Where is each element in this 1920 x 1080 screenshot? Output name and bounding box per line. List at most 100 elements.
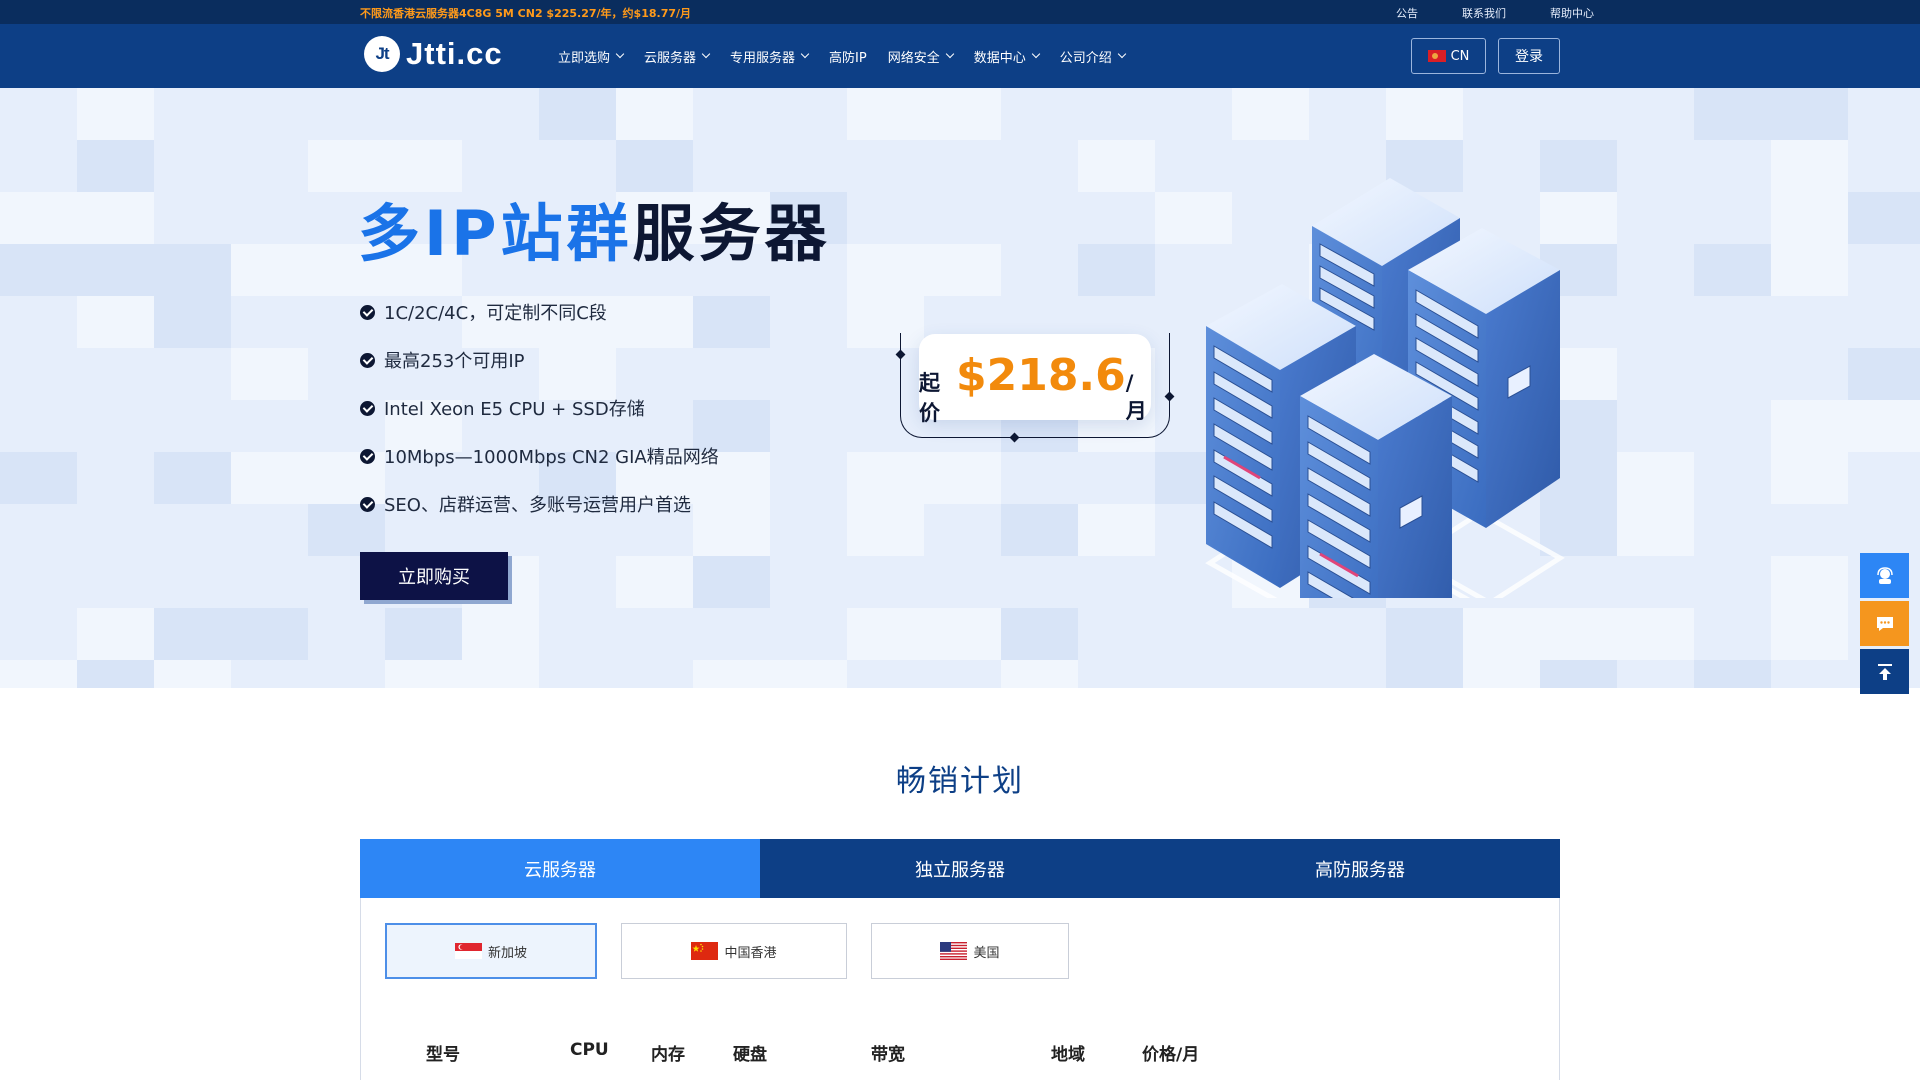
announcement-link[interactable]: 公告 bbox=[1396, 5, 1418, 21]
nav-item-label: 公司介绍 bbox=[1059, 50, 1112, 66]
background-tile bbox=[924, 244, 1001, 296]
background-tile bbox=[924, 452, 1001, 504]
contact-link[interactable]: 联系我们 bbox=[1462, 5, 1506, 21]
background-tile bbox=[770, 660, 847, 688]
nav-item-network-security[interactable]: 网络安全 bbox=[888, 47, 954, 66]
region-usa[interactable]: 美国 bbox=[871, 923, 1069, 979]
background-tile bbox=[1694, 660, 1771, 688]
column-header-price: 价格/月 bbox=[1142, 1045, 1200, 1065]
language-flag-icon bbox=[1427, 50, 1446, 62]
chevron-down-icon bbox=[701, 49, 711, 59]
background-tile bbox=[1694, 244, 1771, 296]
nav-item-dedicated-servers[interactable]: 专用服务器 bbox=[730, 47, 810, 66]
background-tile bbox=[77, 296, 154, 348]
region-hong-kong[interactable]: 中国香港 bbox=[621, 923, 847, 979]
chevron-down-icon bbox=[615, 49, 625, 59]
background-tile bbox=[1771, 556, 1848, 608]
background-tile bbox=[847, 608, 924, 660]
background-tile bbox=[1001, 660, 1078, 688]
language-switcher[interactable]: CN bbox=[1411, 38, 1486, 74]
background-tile bbox=[0, 660, 77, 688]
background-tile bbox=[616, 556, 693, 608]
background-tile bbox=[1771, 88, 1848, 140]
nav-item-ddos-ip[interactable]: 高防IP bbox=[829, 47, 867, 66]
background-tile bbox=[1078, 140, 1155, 192]
background-tile bbox=[1386, 88, 1463, 140]
background-tile bbox=[847, 452, 924, 504]
column-header-memory: 内存 bbox=[651, 1045, 685, 1065]
buy-now-button[interactable]: 立即购买 bbox=[360, 552, 508, 600]
background-tile bbox=[0, 244, 77, 296]
customer-support-button[interactable] bbox=[1860, 553, 1909, 598]
background-tile bbox=[1617, 452, 1694, 504]
column-header-bandwidth: 带宽 bbox=[871, 1045, 905, 1065]
background-tile bbox=[77, 140, 154, 192]
background-tile bbox=[1848, 400, 1920, 452]
main-navbar: Jt Jtti.cc 立即选购 云服务器 专用服务器 高防IP 网络安全 数据中… bbox=[0, 24, 1920, 88]
hero-title: 多IP站群服务器 bbox=[358, 183, 831, 273]
back-to-top-button[interactable] bbox=[1860, 649, 1909, 694]
chat-button[interactable] bbox=[1860, 601, 1909, 646]
feature-text: Intel Xeon E5 CPU + SSD存储 bbox=[384, 399, 645, 420]
background-tile bbox=[462, 660, 539, 688]
usa-flag-icon bbox=[940, 942, 968, 960]
nav-item-cloud-servers[interactable]: 云服务器 bbox=[644, 47, 711, 66]
background-tile bbox=[1386, 608, 1463, 660]
feature-item: 10Mbps—1000Mbps CN2 GIA精品网络 bbox=[360, 432, 719, 480]
product-tabs: 云服务器 独立服务器 高防服务器 bbox=[360, 839, 1560, 898]
logo-text: Jtti.cc bbox=[406, 36, 503, 71]
price-prefix: 起价 bbox=[919, 371, 940, 425]
background-tile bbox=[1771, 244, 1848, 296]
site-logo[interactable]: Jt Jtti.cc bbox=[364, 36, 503, 72]
column-header-region: 地域 bbox=[1051, 1045, 1085, 1065]
region-label: 中国香港 bbox=[724, 945, 777, 961]
nav-item-about-company[interactable]: 公司介绍 bbox=[1059, 47, 1127, 66]
feature-item: 最高253个可用IP bbox=[360, 336, 719, 384]
background-tile bbox=[539, 88, 616, 140]
help-center-link[interactable]: 帮助中心 bbox=[1550, 5, 1594, 21]
china-flag-icon bbox=[691, 942, 719, 960]
tab-cloud-servers[interactable]: 云服务器 bbox=[360, 839, 760, 898]
background-tile bbox=[1694, 88, 1771, 140]
login-button[interactable]: 登录 bbox=[1498, 38, 1560, 74]
nav-item-buy-now[interactable]: 立即选购 bbox=[558, 47, 625, 66]
background-tile bbox=[1001, 504, 1078, 556]
language-label: CN bbox=[1450, 48, 1470, 64]
background-tile bbox=[1463, 660, 1540, 688]
background-tile bbox=[1540, 660, 1617, 688]
region-singapore[interactable]: 新加坡 bbox=[385, 923, 597, 979]
background-tile bbox=[1771, 608, 1848, 660]
tab-ddos-servers[interactable]: 高防服务器 bbox=[1160, 839, 1560, 898]
promo-link[interactable]: 不限流香港云服务器4C8G 5M CN2 $225.27/年，约$18.77/月 bbox=[360, 5, 691, 21]
tab-dedicated-servers[interactable]: 独立服务器 bbox=[760, 839, 1160, 898]
background-tile bbox=[385, 660, 462, 688]
section-title: 畅销计划 bbox=[896, 764, 1024, 799]
chevron-down-icon bbox=[800, 49, 810, 59]
background-tile bbox=[1771, 400, 1848, 452]
frame-dot bbox=[1164, 391, 1175, 402]
region-label: 新加坡 bbox=[487, 945, 527, 961]
background-tile bbox=[154, 244, 231, 296]
singapore-flag-icon bbox=[454, 943, 482, 959]
nav-item-label: 立即选购 bbox=[558, 50, 611, 66]
background-tile bbox=[1078, 244, 1155, 296]
background-tile bbox=[231, 244, 308, 296]
check-circle-icon bbox=[360, 400, 375, 416]
background-tile bbox=[154, 660, 231, 688]
background-tile bbox=[1848, 192, 1920, 244]
feature-text: 1C/2C/4C，可定制不同C段 bbox=[384, 303, 607, 324]
background-tile bbox=[0, 192, 77, 244]
nav-item-data-centers[interactable]: 数据中心 bbox=[973, 47, 1041, 66]
feature-item: 1C/2C/4C，可定制不同C段 bbox=[360, 288, 719, 336]
server-racks-illustration bbox=[1205, 178, 1565, 598]
feature-item: SEO、店群运营、多账号运营用户首选 bbox=[360, 480, 719, 528]
background-tile bbox=[154, 608, 231, 660]
background-tile bbox=[1386, 660, 1463, 688]
check-circle-icon bbox=[360, 352, 375, 368]
chevron-down-icon bbox=[1031, 49, 1041, 59]
background-tile bbox=[1848, 348, 1920, 400]
logo-mark-icon: Jt bbox=[364, 36, 400, 72]
background-tile bbox=[693, 556, 770, 608]
nav-item-label: 数据中心 bbox=[973, 50, 1026, 66]
feature-item: Intel Xeon E5 CPU + SSD存储 bbox=[360, 384, 719, 432]
